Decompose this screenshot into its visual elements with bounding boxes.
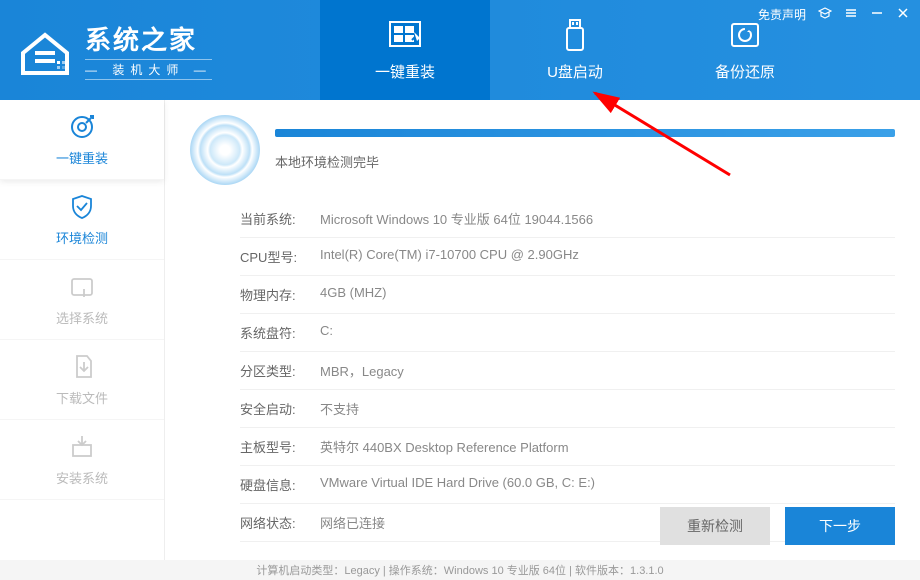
- info-value: MBR，Legacy: [320, 361, 895, 380]
- footer-text: 计算机启动类型：Legacy | 操作系统：Windows 10 专业版 64位…: [256, 562, 663, 578]
- usb-icon: [554, 18, 596, 53]
- nav-tab-label: 一键重装: [375, 61, 435, 82]
- info-label: 网络状态:: [240, 513, 320, 532]
- action-buttons: 重新检测 下一步: [660, 507, 895, 545]
- info-row: 当前系统:Microsoft Windows 10 专业版 64位 19044.…: [240, 200, 895, 238]
- sidebar-item-download[interactable]: 下载文件: [0, 340, 164, 420]
- sidebar-label: 下载文件: [56, 388, 108, 407]
- sidebar-label: 环境检测: [56, 228, 108, 247]
- disclaimer-link[interactable]: 免责声明: [758, 6, 806, 23]
- nav-tabs: 一键重装 U盘启动: [320, 0, 830, 100]
- info-value: VMware Virtual IDE Hard Drive (60.0 GB, …: [320, 475, 895, 494]
- logo-title: 系统之家: [85, 20, 212, 57]
- info-row: 主板型号:英特尔 440BX Desktop Reference Platfor…: [240, 428, 895, 466]
- radar-icon: [190, 115, 260, 185]
- info-value: C:: [320, 323, 895, 342]
- info-value: 英特尔 440BX Desktop Reference Platform: [320, 437, 895, 456]
- main-content: 本地环境检测完毕 当前系统:Microsoft Windows 10 专业版 6…: [165, 100, 920, 560]
- close-button[interactable]: [896, 6, 910, 23]
- info-value: 不支持: [320, 399, 895, 418]
- windows-icon: [384, 18, 426, 53]
- target-icon: [67, 112, 97, 142]
- info-row: 系统盘符:C:: [240, 314, 895, 352]
- nav-tab-reinstall[interactable]: 一键重装: [320, 0, 490, 100]
- info-label: 系统盘符:: [240, 323, 320, 342]
- menu-icon[interactable]: [844, 6, 858, 23]
- titlebar-controls: 免责声明: [758, 6, 910, 23]
- footer: 计算机启动类型：Legacy | 操作系统：Windows 10 专业版 64位…: [0, 560, 920, 580]
- progress-row: 本地环境检测完毕: [190, 115, 895, 185]
- sidebar-item-select[interactable]: 选择系统: [0, 260, 164, 340]
- logo-icon: [15, 23, 75, 78]
- download-icon: [67, 352, 97, 382]
- folder-icon: [67, 272, 97, 302]
- info-row: CPU型号:Intel(R) Core(TM) i7-10700 CPU @ 2…: [240, 238, 895, 276]
- info-label: 分区类型:: [240, 361, 320, 380]
- progress-label: 本地环境检测完毕: [275, 152, 895, 171]
- sidebar-item-reinstall[interactable]: 一键重装: [0, 100, 164, 180]
- info-label: 安全启动:: [240, 399, 320, 418]
- app-window: 系统之家 装机大师 一键重装: [0, 0, 920, 580]
- info-value: Microsoft Windows 10 专业版 64位 19044.1566: [320, 209, 895, 228]
- minimize-button[interactable]: [870, 6, 884, 23]
- info-label: 当前系统:: [240, 209, 320, 228]
- graduation-icon[interactable]: [818, 6, 832, 23]
- header: 系统之家 装机大师 一键重装: [0, 0, 920, 100]
- next-button[interactable]: 下一步: [785, 507, 895, 545]
- logo-subtitle: 装机大师: [85, 59, 212, 80]
- logo-area: 系统之家 装机大师: [0, 20, 320, 80]
- backup-icon: [724, 18, 766, 53]
- info-label: 主板型号:: [240, 437, 320, 456]
- progress-area: 本地环境检测完毕: [275, 129, 895, 171]
- sidebar-item-env[interactable]: 环境检测: [0, 180, 164, 260]
- body: 一键重装 环境检测 选择系统 下载文件: [0, 100, 920, 560]
- info-row: 安全启动:不支持: [240, 390, 895, 428]
- sidebar-label: 选择系统: [56, 308, 108, 327]
- info-row: 物理内存:4GB (MHZ): [240, 276, 895, 314]
- nav-tab-label: U盘启动: [547, 61, 603, 82]
- sidebar-label: 安装系统: [56, 468, 108, 487]
- logo-text: 系统之家 装机大师: [85, 20, 212, 80]
- retest-button[interactable]: 重新检测: [660, 507, 770, 545]
- info-label: 物理内存:: [240, 285, 320, 304]
- nav-tab-usb[interactable]: U盘启动: [490, 0, 660, 100]
- info-row: 硬盘信息:VMware Virtual IDE Hard Drive (60.0…: [240, 466, 895, 504]
- info-label: CPU型号:: [240, 247, 320, 266]
- shield-icon: [67, 192, 97, 222]
- sidebar-item-install[interactable]: 安装系统: [0, 420, 164, 500]
- info-row: 分区类型:MBR，Legacy: [240, 352, 895, 390]
- install-icon: [67, 432, 97, 462]
- info-value: 4GB (MHZ): [320, 285, 895, 304]
- info-table: 当前系统:Microsoft Windows 10 专业版 64位 19044.…: [240, 200, 895, 542]
- nav-tab-label: 备份还原: [715, 61, 775, 82]
- sidebar: 一键重装 环境检测 选择系统 下载文件: [0, 100, 165, 560]
- sidebar-label: 一键重装: [56, 148, 108, 167]
- info-label: 硬盘信息:: [240, 475, 320, 494]
- progress-bar: [275, 129, 895, 137]
- info-value: Intel(R) Core(TM) i7-10700 CPU @ 2.90GHz: [320, 247, 895, 266]
